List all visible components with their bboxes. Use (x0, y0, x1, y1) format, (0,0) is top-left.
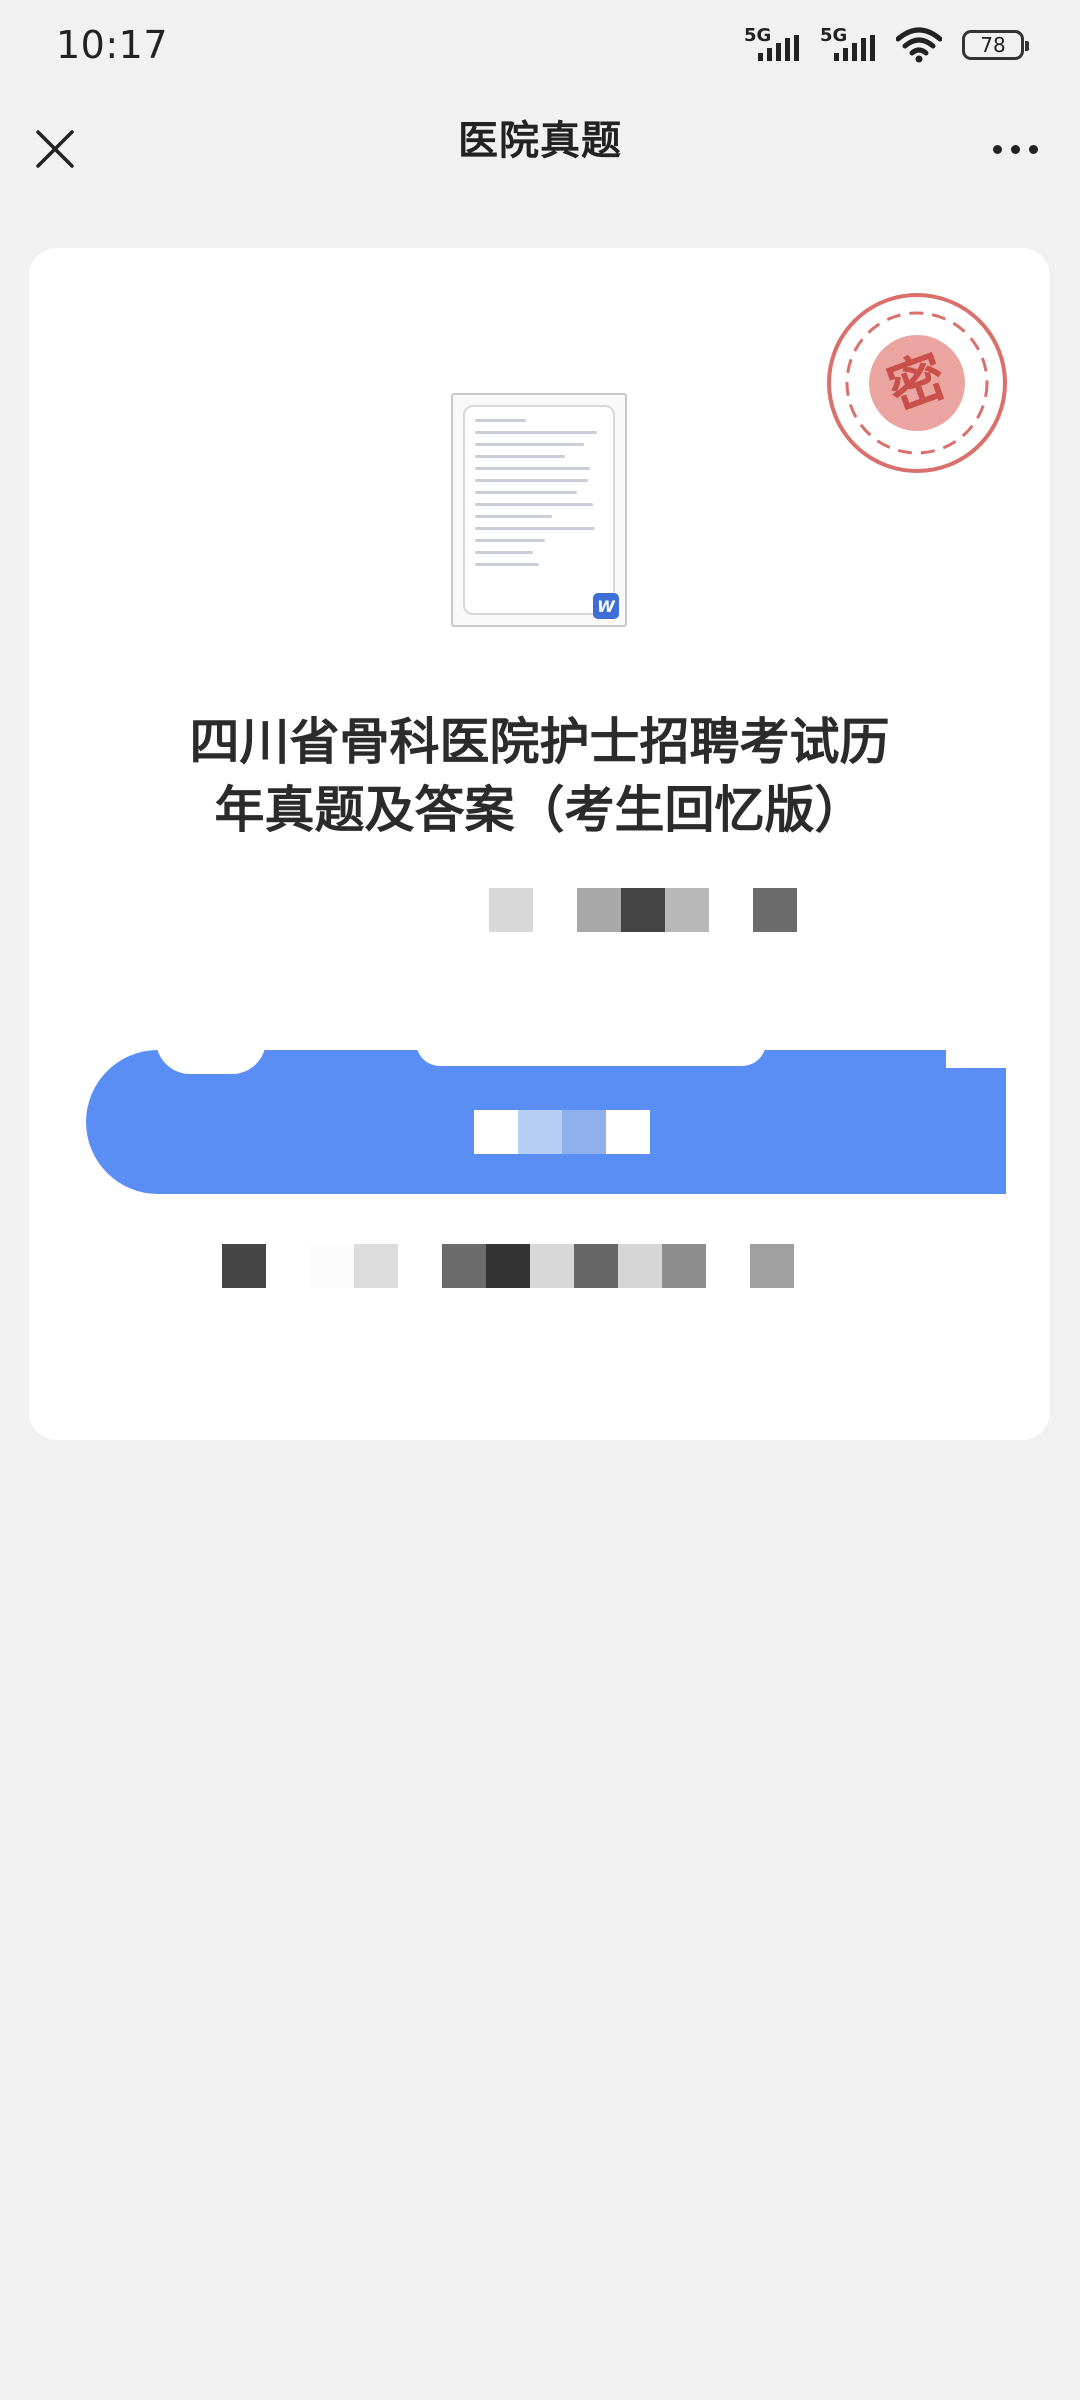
signal-5g-icon-2: 5G (820, 25, 882, 65)
document-title-line-2: 年真题及答案（考生回忆版） (214, 781, 865, 839)
more-icon-dot-2 (1010, 144, 1020, 154)
pixelated-button-label (474, 1110, 650, 1154)
document-title: 四川省骨科医院护士招聘考试历 年真题及答案（考生回忆版） (89, 708, 990, 844)
more-button[interactable] (980, 124, 1050, 174)
more-icon-dot-1 (992, 144, 1002, 154)
status-bar: 10:17 5G 5G 78 (0, 0, 1080, 90)
word-file-icon: W (593, 593, 619, 619)
pixelated-footer-row (222, 1244, 794, 1288)
cta-overlay-shape-2 (416, 1042, 766, 1066)
page-title: 医院真题 (458, 118, 622, 164)
signal-5g-icon: 5G (744, 25, 806, 65)
status-time: 10:17 (56, 23, 169, 67)
battery-icon: 78 (962, 30, 1029, 60)
confidential-stamp: 密 (827, 293, 1007, 473)
nav-bar: 医院真题 (0, 90, 1080, 220)
document-title-line-1: 四川省骨科医院护士招聘考试历 (189, 713, 890, 771)
close-button[interactable] (30, 124, 80, 174)
more-icon-dot-3 (1028, 144, 1038, 154)
pixelated-meta-row (489, 888, 797, 932)
document-thumbnail[interactable]: W (451, 393, 627, 627)
document-card: 密 W 四川省骨科医院护士招聘考试历 年真题及答案（考生回忆版） (29, 248, 1050, 1440)
cta-overlay-shape (156, 1040, 266, 1074)
download-button[interactable] (86, 1040, 1006, 1194)
wifi-icon (896, 27, 942, 63)
battery-level: 78 (980, 33, 1006, 57)
close-icon (36, 130, 74, 168)
document-page-preview (463, 405, 615, 615)
cta-cutout (946, 1050, 1006, 1068)
status-icons: 5G 5G 78 (744, 25, 1029, 65)
